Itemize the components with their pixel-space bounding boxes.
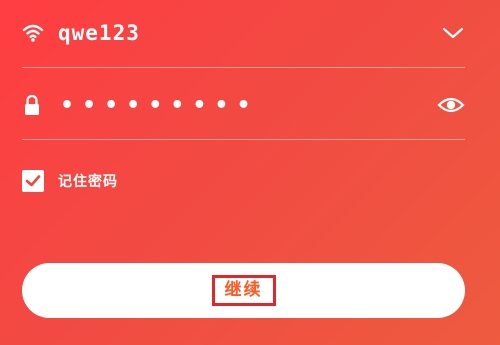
continue-button[interactable]: 继续	[22, 263, 465, 318]
network-selector[interactable]: qwe123	[22, 14, 465, 52]
divider	[22, 67, 465, 68]
lock-icon	[22, 94, 42, 116]
remember-password[interactable]: 记住密码	[22, 170, 118, 192]
wifi-login-screen: qwe123 ••••••••• 记住密码 继续	[0, 0, 500, 345]
eye-icon[interactable]	[437, 95, 465, 115]
remember-label: 记住密码	[58, 174, 118, 190]
checkmark-icon	[25, 175, 41, 187]
password-value: •••••••••	[60, 93, 259, 118]
divider	[22, 139, 465, 140]
wifi-icon	[22, 23, 44, 43]
chevron-down-icon[interactable]	[441, 25, 465, 41]
password-field[interactable]: •••••••••	[22, 86, 465, 124]
continue-label: 继续	[211, 275, 276, 306]
remember-checkbox[interactable]	[22, 170, 44, 192]
network-name: qwe123	[58, 21, 140, 45]
